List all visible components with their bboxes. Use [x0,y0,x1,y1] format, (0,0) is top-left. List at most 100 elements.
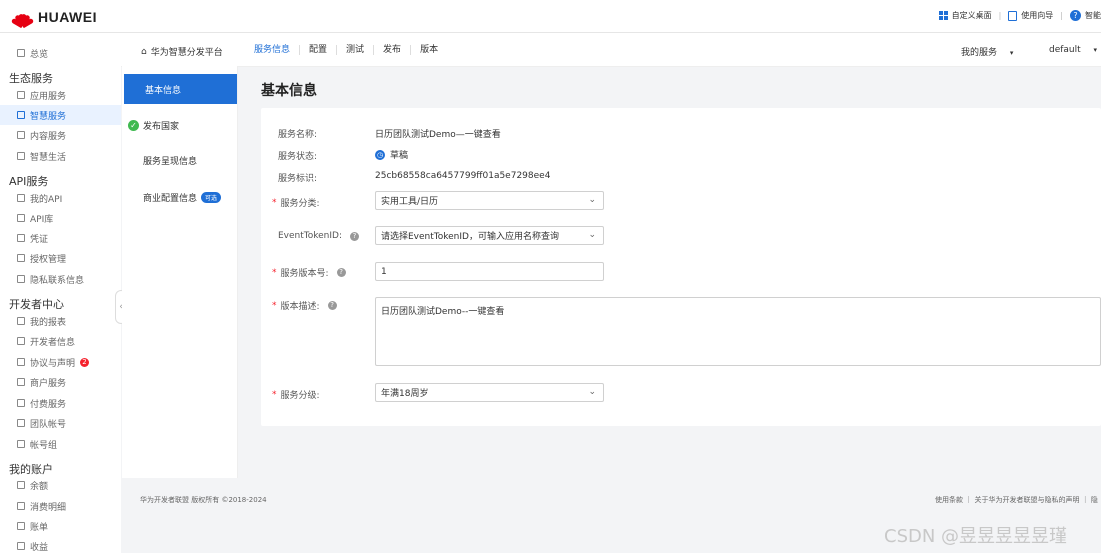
sidebar-item-app-service[interactable]: 应用服务 [0,85,121,105]
chevron-down-icon: ⌄ [588,195,596,205]
sidebar-item-content-service[interactable]: 内容服务 [0,125,121,145]
edit-icon [17,358,25,366]
form-card: 服务名称: 日历团队测试Demo—一键查看 服务状态: ◷ 草稿 服务标识: 2… [261,108,1101,426]
sidebar-item-auth-manage[interactable]: 授权管理 [0,248,121,268]
sidebar-heading-api: API服务 [9,175,49,188]
service-id-value: 25cb68558ca6457799ff01a5e7298ee4 [375,171,551,181]
content-icon [17,131,25,139]
credential-icon [17,234,25,242]
sidebar-item-account-group[interactable]: 帐号组 [0,434,121,454]
grid-icon [938,11,948,20]
paid-icon [17,399,25,407]
sidebar-item-smart-service[interactable]: 智慧服务 [0,105,121,125]
event-token-select[interactable]: 请选择EventTokenID，可输入应用名称查询 ⌄ [375,226,604,245]
step-basic-info[interactable]: 基本信息 [124,74,237,104]
sidebar-item-smart-life[interactable]: 智慧生活 [0,146,121,166]
cube-icon [17,214,25,222]
rating-label: * 服务分级: [272,389,320,402]
sidebar-heading-dev: 开发者中心 [9,298,64,311]
sidebar-item-privacy-contact[interactable]: 隐私联系信息 [0,269,121,289]
sidebar-item-my-api[interactable]: 我的API [0,188,121,208]
version-label: * 服务版本号:? [272,266,346,279]
tab-test[interactable]: 测试 [336,45,373,55]
sidebar-item-merchant[interactable]: 商户服务 [0,372,121,392]
service-name-value: 日历团队测试Demo—一键查看 [375,130,501,140]
top-bar: HUAWEI 自定义桌面 | 使用向导 | ? 智能 [0,0,1101,33]
sidebar-item-team[interactable]: 团队帐号 [0,413,121,433]
sidebar-item-dev-info[interactable]: 开发者信息 [0,331,121,351]
sidebar-item-balance[interactable]: 余额 [0,475,121,495]
service-name-label: 服务名称: [278,130,318,140]
team-icon [17,419,25,427]
tab-publish[interactable]: 发布 [373,45,410,55]
footer-links[interactable]: 使用条款 ｜ 关于华为开发者联盟与隐私的声明 ｜ 隐 [935,495,1098,505]
sidebar: 总览 生态服务 应用服务 智慧服务 内容服务 智慧生活 API服务 我的API … [0,33,121,553]
check-icon: ✓ [128,119,139,131]
caret-down-icon: ▾ [1093,46,1098,54]
service-id-label: 服务标识: [278,174,318,184]
sidebar-item-consumption[interactable]: 消费明细 [0,496,121,516]
smart-link[interactable]: 智能 [1085,10,1101,21]
version-input[interactable]: 1 [375,262,604,281]
help-icon[interactable]: ? [327,301,337,310]
tab-version[interactable]: 版本 [410,45,447,55]
group-icon [17,440,25,448]
smart-life-icon [17,152,25,160]
sidebar-item-agreements[interactable]: 协议与声明 2 [0,352,121,372]
sidebar-heading-eco: 生态服务 [9,72,53,85]
chevron-down-icon: ⌄ [588,387,596,397]
merchant-icon [17,378,25,386]
step-display-info[interactable]: 服务呈现信息 [122,145,238,175]
brand-name: HUAWEI [38,9,97,25]
bill-icon [17,522,25,530]
draft-status-icon: ◷ [375,149,385,160]
category-select[interactable]: 实用工具/日历 ⌄ [375,191,604,210]
income-icon [17,542,25,550]
huawei-petal-icon [10,8,35,29]
environment-dropdown[interactable]: default ▾ [1049,45,1097,55]
tab-config[interactable]: 配置 [299,45,336,55]
description-label: * 版本描述:? [272,299,337,312]
service-tabs: 服务信息 配置 测试 发布 版本 [245,45,447,55]
chevron-down-icon: ⌄ [588,230,596,240]
sidebar-item-paid[interactable]: 付费服务 [0,393,121,413]
user-icon [17,194,25,202]
home-icon [17,49,25,57]
notification-badge: 2 [80,357,90,367]
tab-service-info[interactable]: 服务信息 [245,45,299,55]
my-services-dropdown[interactable]: 我的服务 ▾ [961,45,1013,58]
help-icon[interactable]: ? [350,231,360,241]
sidebar-item-credential[interactable]: 凭证 [0,228,121,248]
smart-service-icon [17,111,25,119]
user-guide-link[interactable]: 使用向导 [1021,10,1053,21]
service-status-value: ◷ 草稿 [375,149,409,161]
sidebar-item-bills[interactable]: 账单 [0,516,121,536]
caret-down-icon: ▾ [1009,49,1014,57]
help-icon[interactable]: ? [336,268,346,277]
breadcrumb[interactable]: ⌂ 华为智慧分发平台 [141,45,223,59]
sub-navigation: ⌂ 华为智慧分发平台 服务信息 配置 测试 发布 版本 我的服务 ▾ defau… [121,33,1101,67]
shield-icon [17,254,25,262]
step-panel: 基本信息 ✓ 发布国家 服务呈现信息 商业配置信息 可选 [122,66,238,478]
sidebar-item-my-reports[interactable]: 我的报表 [0,311,121,331]
step-commerce-info[interactable]: 商业配置信息 可选 [122,182,238,212]
step-countries[interactable]: ✓ 发布国家 [122,110,238,140]
document-icon [1008,10,1018,21]
customize-desktop-link[interactable]: 自定义桌面 [952,10,992,21]
help-icon: ? [1070,10,1081,21]
watermark: CSDN @昱昱昱昱昱瑾 [884,526,1068,547]
sidebar-item-overview[interactable]: 总览 [0,43,121,63]
copyright-text: 华为开发者联盟 版权所有 ©2018-2024 [140,496,267,504]
category-label: * 服务分类: [272,197,320,210]
receipt-icon [17,502,25,510]
privacy-icon [17,275,25,283]
page-title: 基本信息 [261,83,317,99]
user-icon [17,337,25,345]
optional-badge: 可选 [201,191,222,203]
home-icon: ⌂ [141,46,147,57]
description-textarea[interactable]: 日历团队测试Demo--一键查看 [375,297,1101,366]
sidebar-item-income[interactable]: 收益 [0,536,121,553]
sidebar-item-api-lib[interactable]: API库 [0,208,121,228]
huawei-logo[interactable]: HUAWEI [10,8,97,29]
rating-select[interactable]: 年满18周岁 ⌄ [375,383,604,402]
